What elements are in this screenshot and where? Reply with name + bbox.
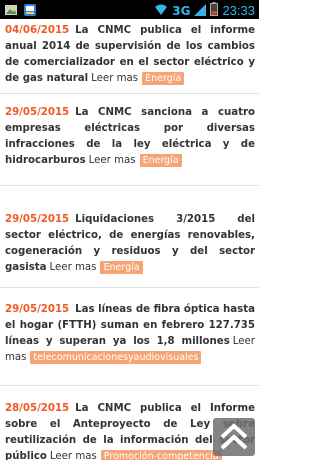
read-more-link[interactable]: Leer mas [91, 73, 138, 84]
divider [0, 93, 259, 94]
status-bar: 3G 23:33 [0, 0, 259, 19]
news-item: 29/05/2015 Las líneas de fibra óptica has… [0, 302, 259, 366]
chevron-up-icon [220, 423, 248, 450]
news-date: 29/05/2015 [5, 304, 70, 315]
category-tag[interactable]: telecomunicacionesyaudiovisuales [30, 351, 202, 364]
news-item-body: 29/05/2015 Las líneas de fibra óptica has… [5, 302, 255, 366]
news-item-body: 29/05/2015 La CNMC sanciona a cuatro empr… [5, 105, 255, 169]
read-more-link[interactable]: Leer mas [50, 262, 97, 273]
wifi-icon [154, 1, 168, 20]
read-more-link[interactable]: Leer mas [89, 155, 136, 166]
divider [0, 287, 259, 288]
read-more-link[interactable]: Leer mas [50, 451, 97, 460]
category-tag[interactable]: Energía [100, 261, 143, 274]
news-list: 04/06/2015 La CNMC publica el informe anu… [0, 19, 259, 460]
category-tag[interactable]: Energía [139, 154, 182, 167]
category-tag[interactable]: Promoción-competencia [100, 450, 222, 460]
signal-strength-icon [194, 1, 207, 20]
system-indicators: 3G 23:33 [154, 1, 255, 20]
news-item: 29/05/2015 Liquidaciones 3/2015 del secto… [0, 212, 259, 276]
clock: 23:33 [222, 2, 255, 18]
network-type-label: 3G [172, 3, 191, 18]
divider [0, 385, 259, 386]
news-date: 29/05/2015 [5, 214, 70, 225]
divider [0, 185, 259, 186]
category-tag[interactable]: Energía [142, 72, 185, 85]
news-date: 29/05/2015 [5, 107, 70, 118]
news-item-body: 29/05/2015 Liquidaciones 3/2015 del secto… [5, 212, 255, 276]
news-item: 04/06/2015 La CNMC publica el informe anu… [0, 23, 259, 87]
scroll-to-top-button[interactable] [213, 418, 255, 456]
battery-icon [210, 1, 219, 20]
news-item-body: 04/06/2015 La CNMC publica el informe anu… [5, 23, 255, 87]
news-date: 04/06/2015 [5, 25, 70, 36]
news-date: 28/05/2015 [5, 403, 70, 414]
news-item: 29/05/2015 La CNMC sanciona a cuatro empr… [0, 105, 259, 169]
